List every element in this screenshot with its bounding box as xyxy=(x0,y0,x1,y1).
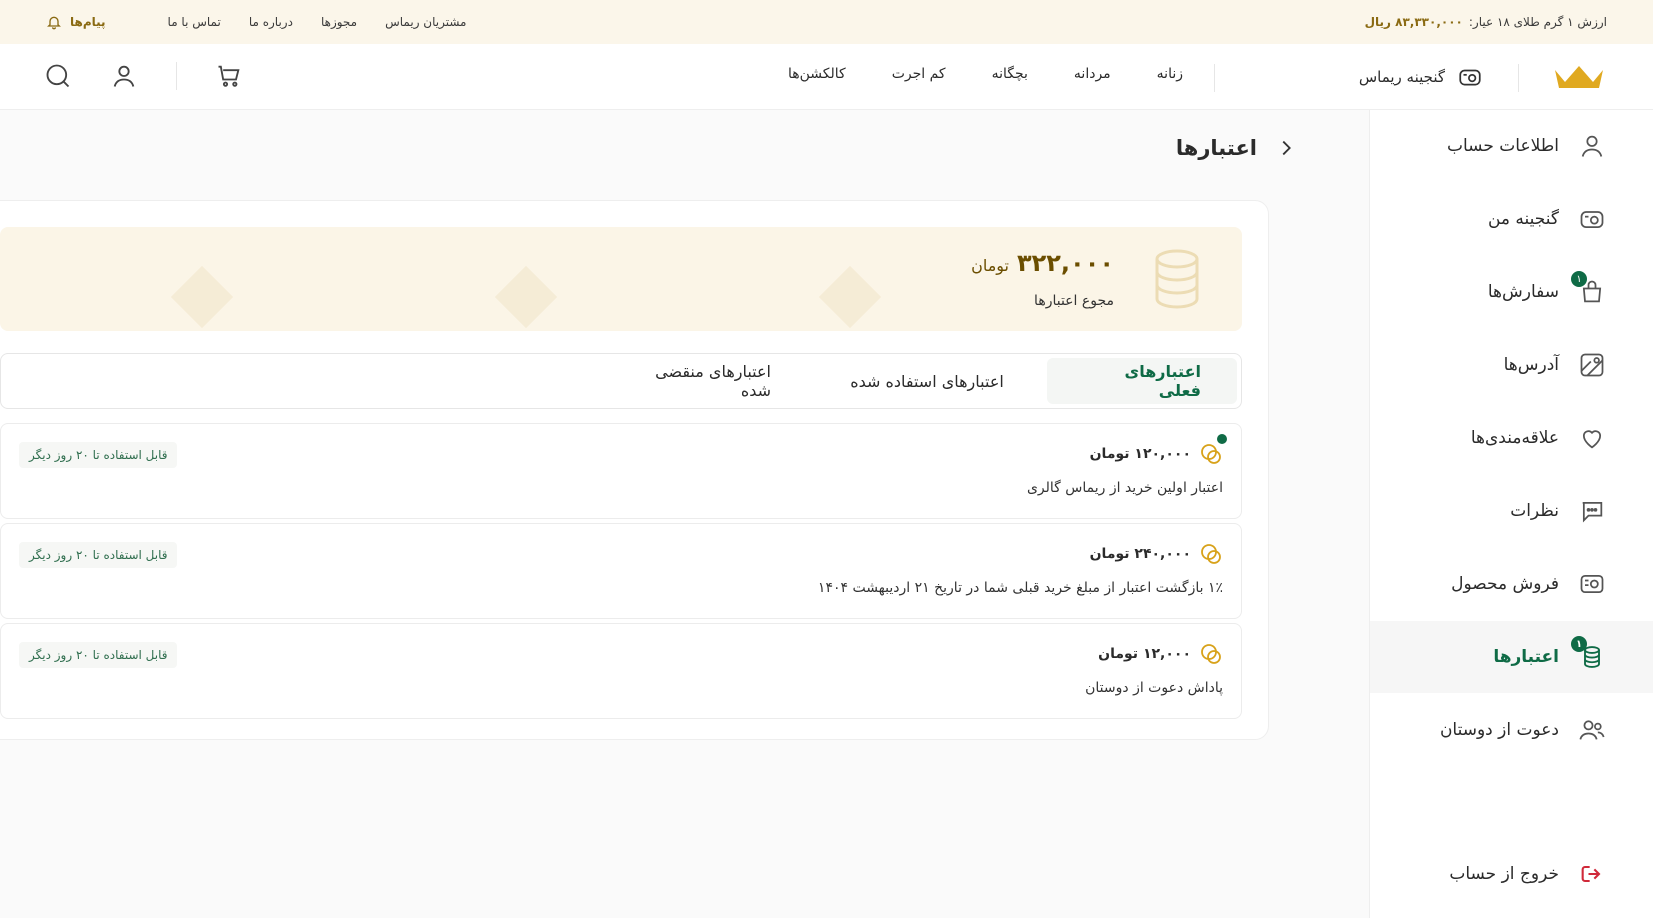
top-links: مشتریان ریماس مجوزها درباره ما تماس با م… xyxy=(46,14,466,30)
treasure-icon xyxy=(1577,204,1607,234)
bag-icon: ۱ xyxy=(1571,271,1607,307)
credit-item: ۲۴۰,۰۰۰ تومان ۱٪ بازگشت اعتبار از مبلغ خ… xyxy=(0,523,1242,619)
header-divider xyxy=(1518,64,1519,92)
credit-expiry-badge: قابل استفاده تا ۲۰ روز دیگر xyxy=(19,542,178,568)
logout-label: خروج از حساب xyxy=(1449,864,1559,884)
credits-badge: ۱ xyxy=(1571,636,1587,652)
treasure-label: گنجینه ریماس xyxy=(1358,68,1445,86)
decor-diamond xyxy=(494,265,558,329)
sidebar-item-label: آدرس‌ها xyxy=(1503,355,1559,375)
logout-icon xyxy=(1577,859,1607,889)
user-icon xyxy=(1577,131,1607,161)
gold-price: ارزش ۱ گرم طلای ۱۸ عیار: ۸۳,۳۳۰,۰۰۰ ریال xyxy=(1365,15,1607,29)
credit-description: اعتبار اولین خرید از ریماس گالری xyxy=(1026,480,1223,496)
sidebar-item-addresses[interactable]: آدرس‌ها xyxy=(1370,329,1653,401)
credit-expiry-badge: قابل استفاده تا ۲۰ روز دیگر xyxy=(19,642,178,668)
nav-low-wage[interactable]: کم اجرت xyxy=(892,66,946,82)
credit-amount: ۲۴۰,۰۰۰ تومان xyxy=(1089,546,1191,562)
sidebar-item-invite-friends[interactable]: دعوت از دوستان xyxy=(1370,694,1653,766)
coins-stack-icon xyxy=(1155,249,1199,309)
sidebar-item-label: دعوت از دوستان xyxy=(1439,720,1559,740)
nav-kids[interactable]: بچگانه xyxy=(992,66,1028,82)
credits-summary: ۳۲۲,۰۰۰ تومان مجوع اعتبارها xyxy=(0,227,1242,331)
credits-total-unit: تومان xyxy=(971,256,1009,275)
tab-used-credits[interactable]: اعتبارهای استفاده شده xyxy=(807,358,1047,404)
sidebar-item-label: سفارش‌ها xyxy=(1487,282,1559,302)
crown-logo-icon[interactable] xyxy=(1551,62,1607,92)
orders-badge: ۱ xyxy=(1571,271,1587,287)
sidebar-item-label: گنجینه من xyxy=(1487,209,1559,229)
comment-icon xyxy=(1577,496,1607,526)
credit-item: ۱۲,۰۰۰ تومان پاداش دعوت از دوستان قابل ا… xyxy=(0,623,1242,719)
credit-description: ۱٪ بازگشت اعتبار از مبلغ خرید قبلی شما د… xyxy=(817,580,1223,596)
treasure-link[interactable]: گنجینه ریماس xyxy=(1359,64,1483,90)
treasure-icon xyxy=(1459,69,1481,86)
page-title-text: اعتبارها xyxy=(1175,136,1257,160)
coins-icon: ۱ xyxy=(1571,636,1607,672)
credit-expiry-badge: قابل استفاده تا ۲۰ روز دیگر xyxy=(19,442,178,468)
nav-women[interactable]: زنانه xyxy=(1157,66,1183,82)
messages-label: پیام‌ها xyxy=(70,15,106,29)
sidebar-item-label: اطلاعات حساب xyxy=(1447,136,1559,156)
gold-price-value: ۸۳,۳۳۰,۰۰۰ ریال xyxy=(1364,15,1463,29)
main-nav: زنانه مردانه بچگانه کم اجرت کالکشن‌ها xyxy=(788,66,1183,82)
sidebar-item-my-treasure[interactable]: گنجینه من xyxy=(1370,183,1653,255)
account-sidebar: اطلاعات حساب گنجینه من ۱ سفارش‌ها آدرس‌ه… xyxy=(1369,110,1653,918)
top-link-contact[interactable]: تماس با ما xyxy=(168,15,221,29)
credit-amount: ۱۲۰,۰۰۰ تومان xyxy=(1089,446,1191,462)
sidebar-item-comments[interactable]: نظرات xyxy=(1370,475,1653,547)
sidebar-item-label: نظرات xyxy=(1510,501,1559,521)
sidebar-item-credits[interactable]: ۱ اعتبارها xyxy=(1370,621,1653,693)
top-link-about[interactable]: درباره ما xyxy=(249,15,293,29)
header-divider xyxy=(1214,64,1215,92)
messages-button[interactable]: پیام‌ها xyxy=(46,14,106,30)
sidebar-item-label: فروش محصول xyxy=(1451,574,1559,594)
bell-icon xyxy=(47,16,61,30)
cart-icon[interactable] xyxy=(215,62,243,90)
top-bar: ارزش ۱ گرم طلای ۱۸ عیار: ۸۳,۳۳۰,۰۰۰ ریال… xyxy=(0,0,1653,44)
credit-item: ۱۲۰,۰۰۰ تومان اعتبار اولین خرید از ریماس… xyxy=(0,423,1242,519)
nav-men[interactable]: مردانه xyxy=(1074,66,1111,82)
credits-total-amount: ۳۲۲,۰۰۰ xyxy=(1016,249,1114,277)
chevron-right-icon[interactable] xyxy=(1275,137,1297,159)
decor-diamond xyxy=(170,265,234,329)
logout-button[interactable]: خروج از حساب xyxy=(1370,838,1653,910)
credit-amount: ۱۲,۰۰۰ تومان xyxy=(1098,646,1191,662)
credits-total: ۳۲۲,۰۰۰ تومان xyxy=(971,249,1114,277)
credits-total-label: مجوع اعتبارها xyxy=(1034,293,1114,309)
credits-tabs: اعتبارهای فعلی اعتبارهای استفاده شده اعت… xyxy=(0,353,1242,409)
icons-divider xyxy=(176,62,177,90)
user-icon[interactable] xyxy=(110,62,138,90)
sidebar-item-label: اعتبارها xyxy=(1493,647,1559,667)
coin-icon xyxy=(1201,444,1221,464)
main-content: اعتبارها ۳۲۲,۰۰۰ تومان مجوع اعتبارها اعت… xyxy=(0,110,1369,918)
sidebar-item-sell-product[interactable]: فروش محصول xyxy=(1370,548,1653,620)
tab-expired-credits[interactable]: اعتبارهای منقضی شده xyxy=(587,358,807,404)
heart-icon xyxy=(1577,423,1607,453)
coin-icon xyxy=(1201,644,1221,664)
main-header: گنجینه ریماس زنانه مردانه بچگانه کم اجرت… xyxy=(0,44,1653,110)
users-icon xyxy=(1577,715,1607,745)
top-link-customers[interactable]: مشتریان ریماس xyxy=(385,15,466,29)
sell-icon xyxy=(1577,569,1607,599)
nav-collections[interactable]: کالکشن‌ها xyxy=(788,66,846,82)
page-title: اعتبارها xyxy=(1176,136,1297,160)
header-icons xyxy=(44,62,243,90)
credits-card: ۳۲۲,۰۰۰ تومان مجوع اعتبارها اعتبارهای فع… xyxy=(0,200,1269,740)
sidebar-item-label: علاقه‌مندی‌ها xyxy=(1470,428,1559,448)
credit-description: پاداش دعوت از دوستان xyxy=(1085,680,1223,696)
map-icon xyxy=(1577,350,1607,380)
top-link-licenses[interactable]: مجوزها xyxy=(321,15,357,29)
coin-icon xyxy=(1201,544,1221,564)
sidebar-item-orders[interactable]: ۱ سفارش‌ها xyxy=(1370,256,1653,328)
search-icon[interactable] xyxy=(44,62,72,90)
decor-diamond xyxy=(818,265,882,329)
gold-price-label: ارزش ۱ گرم طلای ۱۸ عیار: xyxy=(1468,15,1607,29)
sidebar-item-account-info[interactable]: اطلاعات حساب xyxy=(1370,110,1653,182)
sidebar-item-favorites[interactable]: علاقه‌مندی‌ها xyxy=(1370,402,1653,474)
tab-current-credits[interactable]: اعتبارهای فعلی xyxy=(1047,358,1237,404)
